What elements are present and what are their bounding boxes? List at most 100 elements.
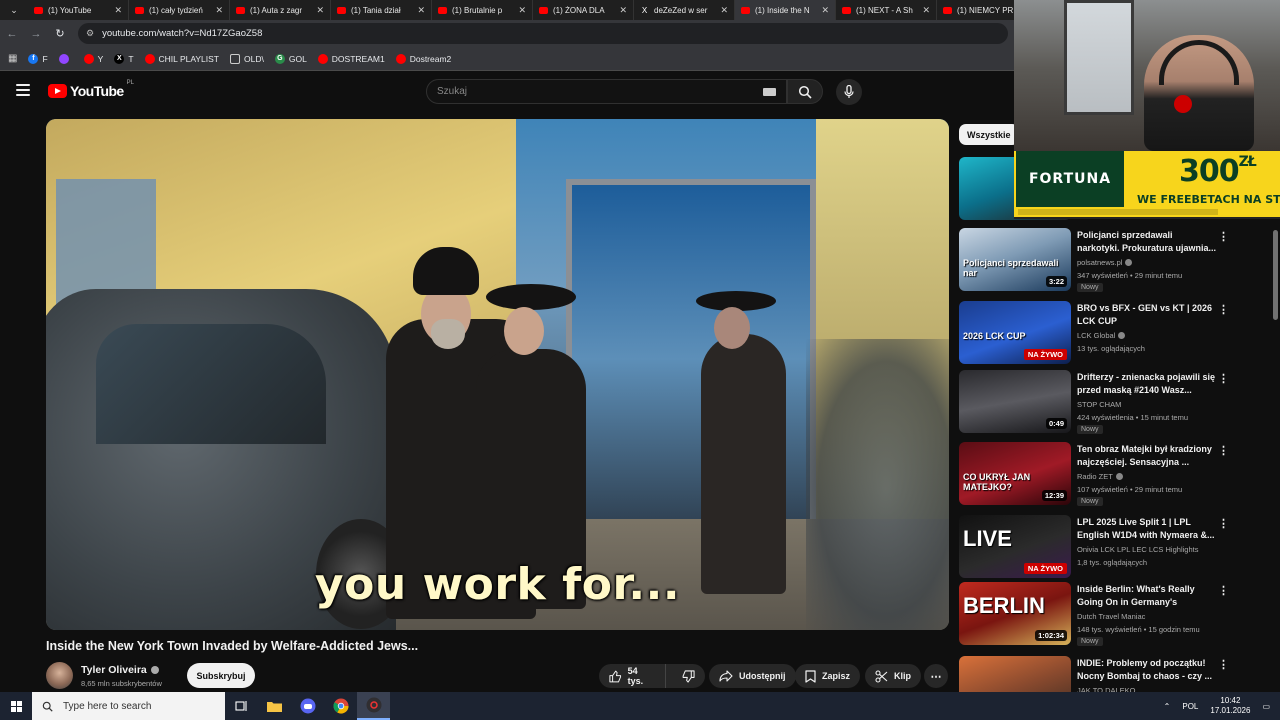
keyboard-icon[interactable] — [763, 88, 776, 96]
video-thumbnail[interactable]: BERLIN 1:02:34 — [959, 582, 1071, 645]
voice-search-button[interactable] — [836, 79, 862, 105]
save-button[interactable]: Zapisz — [795, 664, 861, 688]
recommended-video-title[interactable]: BRO vs BFX - GEN vs KT | 2026 LCK CUP — [1077, 302, 1217, 328]
close-tab-icon[interactable]: ✕ — [316, 5, 324, 16]
youtube-logo[interactable]: YouTube PL — [48, 80, 134, 99]
browser-tab[interactable]: (1) Tania dział ✕ — [331, 0, 432, 20]
recommended-video-meta: 107 wyświetleń • 29 minut temu — [1077, 485, 1183, 494]
recommended-channel[interactable]: polsatnews.pl — [1077, 258, 1133, 267]
more-actions-icon[interactable]: ⋯ — [924, 664, 948, 688]
bookmark-item[interactable]: OLD\ — [230, 53, 264, 64]
close-tab-icon[interactable]: ✕ — [821, 5, 829, 16]
bookmark-item[interactable]: G GOL — [274, 53, 307, 64]
page-scrollbar[interactable] — [1273, 230, 1278, 320]
video-thumbnail[interactable]: 2026 LCK CUP NA ŻYWO — [959, 301, 1071, 364]
tab-search-icon[interactable]: ⌄ — [0, 0, 28, 20]
more-options-icon[interactable]: ⋮ — [1218, 584, 1229, 597]
browser-tab[interactable]: (1) cały tydzień ✕ — [129, 0, 230, 20]
youtube-wordmark: YouTube — [70, 83, 124, 99]
recommended-video[interactable]: BERLIN 1:02:34 Inside Berlin: What's Reall… — [959, 582, 1269, 648]
more-options-icon[interactable]: ⋮ — [1218, 658, 1229, 671]
discord-icon[interactable] — [291, 692, 324, 720]
close-tab-icon[interactable]: ✕ — [922, 5, 930, 16]
reload-icon[interactable]: ↻ — [48, 20, 72, 47]
video-thumbnail[interactable]: LIVE NA ŻYWO — [959, 515, 1071, 578]
obs-icon[interactable] — [357, 692, 390, 720]
video-thumbnail[interactable]: 0:49 — [959, 370, 1071, 433]
apps-grid-icon[interactable]: ▦ — [8, 53, 17, 64]
clip-button[interactable]: Klip — [865, 664, 921, 688]
dislike-button[interactable] — [672, 664, 705, 688]
file-explorer-icon[interactable] — [258, 692, 291, 720]
browser-tab[interactable]: (1) ŻONA DLA ✕ — [533, 0, 634, 20]
recommended-video[interactable]: LIVE NA ŻYWO LPL 2025 Live Split 1 | LPL E… — [959, 515, 1269, 581]
recommended-channel[interactable]: Onivia LCK LPL LEC LCS Highlights — [1077, 545, 1198, 554]
channel-name-link[interactable]: Tyler Oliveira — [81, 664, 159, 676]
close-tab-icon[interactable]: ✕ — [619, 5, 627, 16]
recommended-video[interactable]: 0:49 Drifterzy - znienacka pojawili się p… — [959, 370, 1269, 436]
close-tab-icon[interactable]: ✕ — [720, 5, 728, 16]
recommended-video-title[interactable]: Policjanci sprzedawali narkotyki. Prokur… — [1077, 229, 1217, 255]
bookmark-item[interactable]: DOSTREAM1 — [317, 53, 385, 64]
video-thumbnail[interactable]: Policjanci sprzedawali nar 3:22 — [959, 228, 1071, 291]
recommended-video-title[interactable]: Drifterzy - znienacka pojawili się przed… — [1077, 371, 1217, 397]
site-info-icon[interactable]: ⚙ — [86, 28, 94, 39]
close-tab-icon[interactable]: ✕ — [114, 5, 122, 16]
video-thumbnail[interactable]: CO UKRYŁ JAN MATEJKO? 12:39 — [959, 442, 1071, 505]
menu-icon[interactable] — [16, 84, 30, 96]
more-options-icon[interactable]: ⋮ — [1218, 444, 1229, 457]
bookmark-item[interactable]: Dostream2 — [395, 53, 451, 64]
recommended-video-title[interactable]: Ten obraz Matejki był kradziony najczęśc… — [1077, 443, 1217, 469]
avatar[interactable] — [46, 662, 73, 689]
duration-badge: 0:49 — [1045, 418, 1067, 429]
more-options-icon[interactable]: ⋮ — [1218, 372, 1229, 385]
clock[interactable]: 10:42 17.01.2026 — [1210, 696, 1250, 716]
chrome-icon[interactable] — [324, 692, 357, 720]
subscribe-button[interactable]: Subskrybuj — [187, 663, 255, 688]
recommended-video[interactable]: Policjanci sprzedawali nar 3:22 Policjanci… — [959, 228, 1269, 294]
forward-arrow-icon[interactable]: → — [24, 20, 48, 47]
bookmark-item[interactable] — [58, 53, 73, 64]
start-button[interactable] — [0, 692, 32, 720]
browser-tab[interactable]: (1) Inside the N ✕ — [735, 0, 836, 20]
more-options-icon[interactable]: ⋮ — [1218, 303, 1229, 316]
browser-tab[interactable]: (1) Auta z zagr ✕ — [230, 0, 331, 20]
share-button[interactable]: Udostępnij — [709, 664, 796, 688]
close-tab-icon[interactable]: ✕ — [417, 5, 425, 16]
task-view-icon[interactable] — [225, 692, 258, 720]
like-button[interactable]: 54 tys. — [599, 664, 666, 688]
bookmark-item[interactable]: Y — [83, 53, 103, 64]
close-tab-icon[interactable]: ✕ — [518, 5, 526, 16]
video-player[interactable]: you work for... — [46, 119, 949, 630]
bookmark-item[interactable]: CHIL PLAYLIST — [144, 53, 219, 64]
recommended-video-title[interactable]: Inside Berlin: What's Really Going On in… — [1077, 583, 1217, 610]
notifications-icon[interactable]: ▭ — [1262, 702, 1270, 711]
browser-tab[interactable]: (1) YouTube ✕ — [28, 0, 129, 20]
more-options-icon[interactable]: ⋮ — [1218, 230, 1229, 243]
taskbar-search-input[interactable]: Type here to search — [32, 692, 225, 720]
recommended-channel[interactable]: Dutch Travel Maniac — [1077, 612, 1145, 621]
recommended-channel[interactable]: LCK Global — [1077, 331, 1126, 340]
url-text: youtube.com/watch?v=Nd17ZGaoZ58 — [102, 28, 263, 39]
search-button[interactable] — [787, 79, 823, 104]
recommended-video[interactable]: 2026 LCK CUP NA ŻYWO BRO vs BFX - GEN vs K… — [959, 301, 1269, 367]
filter-chip-all[interactable]: Wszystkie — [959, 124, 1019, 145]
address-bar[interactable]: ⚙ youtube.com/watch?v=Nd17ZGaoZ58 — [78, 23, 1008, 44]
bookmark-label: T — [128, 53, 134, 64]
back-arrow-icon[interactable]: ← — [0, 20, 24, 47]
recommended-video[interactable]: CO UKRYŁ JAN MATEJKO? 12:39 Ten obraz Mate… — [959, 442, 1269, 508]
browser-tab[interactable]: (1) NEXT - A Sh ✕ — [836, 0, 937, 20]
bookmark-item[interactable]: fF — [28, 53, 48, 64]
tray-chevron-icon[interactable]: ⌃ — [1164, 702, 1171, 711]
search-input[interactable]: Szukaj — [426, 79, 787, 104]
close-tab-icon[interactable]: ✕ — [215, 5, 223, 16]
browser-tab[interactable]: XdeZeZed w ser ✕ — [634, 0, 735, 20]
recommended-channel[interactable]: STOP CHAM — [1077, 400, 1121, 409]
browser-tab[interactable]: (1) Brutalnie p ✕ — [432, 0, 533, 20]
recommended-video-title[interactable]: LPL 2025 Live Split 1 | LPL English W1D4… — [1077, 516, 1217, 542]
recommended-video-title[interactable]: INDIE: Problemy od początku! Nocny Bomba… — [1077, 657, 1217, 683]
language-indicator[interactable]: POL — [1182, 702, 1198, 711]
more-options-icon[interactable]: ⋮ — [1218, 517, 1229, 530]
bookmark-item[interactable]: XT — [114, 53, 134, 64]
recommended-channel[interactable]: Radio ZET — [1077, 472, 1123, 481]
